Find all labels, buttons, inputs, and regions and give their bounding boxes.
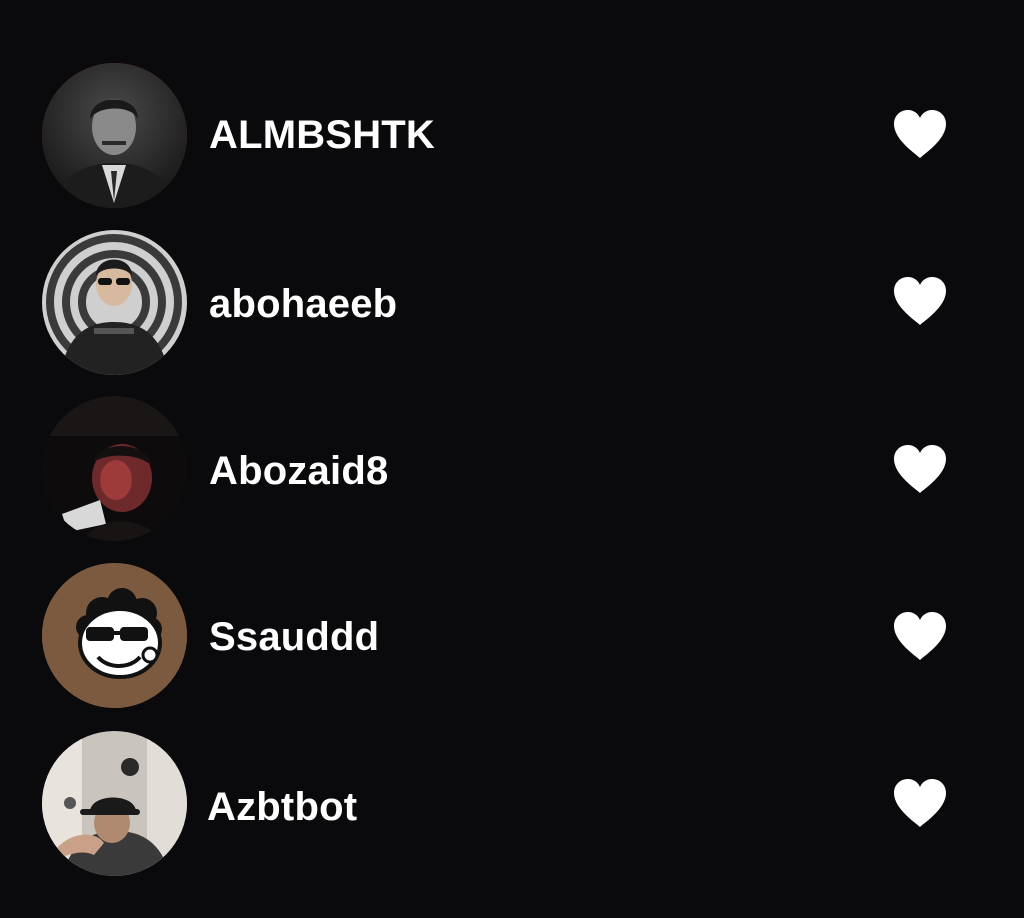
- avatar[interactable]: [42, 63, 187, 208]
- list-item[interactable]: abohaeeb: [0, 220, 1024, 388]
- heart-icon[interactable]: [892, 275, 948, 327]
- list-item[interactable]: Abozaid8: [0, 388, 1024, 556]
- heart-icon[interactable]: [892, 443, 948, 495]
- avatar[interactable]: [42, 396, 187, 541]
- heart-icon[interactable]: [892, 108, 948, 160]
- username-label[interactable]: Ssauddd: [209, 615, 379, 660]
- username-label[interactable]: abohaeeb: [209, 282, 397, 327]
- list-item[interactable]: Azbtbot: [0, 724, 1024, 892]
- list-item[interactable]: ALMBSHTK: [0, 52, 1024, 220]
- avatar[interactable]: [42, 230, 187, 375]
- username-label[interactable]: Azbtbot: [207, 785, 357, 830]
- avatar[interactable]: [42, 731, 187, 876]
- list-item[interactable]: Ssauddd: [0, 556, 1024, 724]
- heart-icon[interactable]: [892, 610, 948, 662]
- username-label[interactable]: ALMBSHTK: [209, 113, 435, 158]
- heart-icon[interactable]: [892, 777, 948, 829]
- avatar[interactable]: [42, 563, 187, 708]
- username-label[interactable]: Abozaid8: [209, 449, 388, 494]
